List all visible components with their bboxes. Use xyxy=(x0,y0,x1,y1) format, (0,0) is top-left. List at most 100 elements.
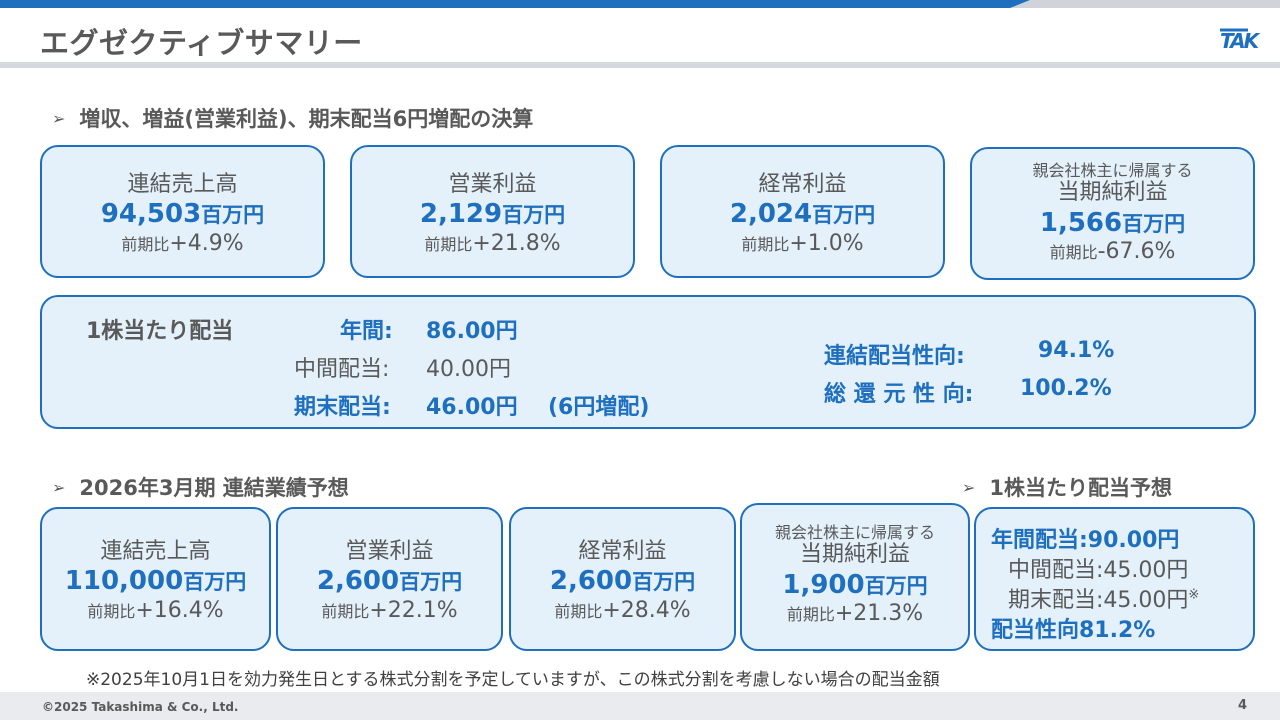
change-prefix: 前期比 xyxy=(321,601,370,621)
change-value: +4.9% xyxy=(169,230,244,256)
card-label: 当期純利益 xyxy=(799,542,910,568)
forecast-dividend-panel: 年間配当:90.00円 中間配当:45.00円 期末配当:45.00円※ 配当性… xyxy=(974,507,1255,651)
top-accent-grey xyxy=(1010,0,1280,8)
card-forecast-net-sales: 連結売上高 110,000百万円 前期比+16.4% xyxy=(40,507,271,651)
page-title: エグゼクティブサマリー xyxy=(40,26,363,60)
value-unit: 百万円 xyxy=(864,573,928,598)
card-change: 前期比+4.9% xyxy=(42,231,323,257)
change-value: -67.6% xyxy=(1097,239,1176,265)
bullet-arrow-icon: ➢ xyxy=(52,478,66,497)
footnote: ※2025年10月1日を効力発生日とする株式分割を予定していますが、この株式分割… xyxy=(86,670,940,690)
bullet-arrow-icon: ➢ xyxy=(962,478,976,497)
forecast-payout-ratio: 配当性向81.2% xyxy=(991,618,1156,643)
header-rule xyxy=(0,62,1280,68)
interim-label: 中間配当: xyxy=(294,357,390,382)
change-prefix: 前期比 xyxy=(741,234,790,254)
card-change: 前期比+1.0% xyxy=(662,231,943,257)
change-prefix: 前期比 xyxy=(1049,243,1098,263)
interim-value: 40.00円 xyxy=(426,357,511,382)
change-value: +1.0% xyxy=(789,230,864,256)
value-unit: 百万円 xyxy=(1122,211,1186,236)
card-label: 連結売上高 xyxy=(100,539,211,564)
card-value: 94,503百万円 xyxy=(42,198,323,231)
card-sublabel: 親会社株主に帰属する xyxy=(774,523,935,542)
card-value: 1,900百万円 xyxy=(742,569,968,602)
card-value: 2,024百万円 xyxy=(662,198,943,231)
forecast-annual-dividend: 年間配当:90.00円 xyxy=(991,528,1180,553)
footnote-mark: ※ xyxy=(1188,587,1200,603)
forecast-dividend-heading-text: 1株当たり配当予想 xyxy=(989,476,1173,500)
bullet-arrow-icon: ➢ xyxy=(52,109,66,128)
yearend-value: 46.00円 xyxy=(426,395,518,420)
payout-ratio-value: 94.1% xyxy=(1038,338,1115,363)
card-value: 110,000百万円 xyxy=(42,565,269,598)
section-results-heading-text: 増収、増益(営業利益)、期末配当6円増配の決算 xyxy=(79,107,534,131)
dividend-panel: 1株当たり配当 年間: 86.00円 中間配当: 40.00円 期末配当: 46… xyxy=(40,295,1256,429)
card-label: 営業利益 xyxy=(448,172,537,197)
card-value: 2,600百万円 xyxy=(511,565,734,598)
change-prefix: 前期比 xyxy=(87,601,136,621)
card-forecast-operating-income: 営業利益 2,600百万円 前期比+22.1% xyxy=(276,507,503,651)
card-value: 2,129百万円 xyxy=(352,198,633,231)
change-prefix: 前期比 xyxy=(121,234,170,254)
value-unit: 百万円 xyxy=(201,203,265,228)
value-unit: 百万円 xyxy=(502,203,566,228)
card-label: 経常利益 xyxy=(578,539,667,564)
card-operating-income: 営業利益 2,129百万円 前期比+21.8% xyxy=(350,145,635,278)
copyright: ©2025 Takashima & Co., Ltd. xyxy=(42,700,239,714)
card-sublabel: 親会社株主に帰属する xyxy=(1032,161,1193,180)
forecast-yearend-dividend: 期末配当:45.00円※ xyxy=(1008,582,1199,614)
value-number: 94,503 xyxy=(100,199,202,230)
value-number: 1,566 xyxy=(1039,207,1123,238)
value-number: 2,024 xyxy=(729,199,813,230)
value-unit: 百万円 xyxy=(812,203,876,228)
yearend-label: 期末配当: xyxy=(294,395,391,420)
card-change: 前期比+28.4% xyxy=(511,598,734,624)
forecast-interim-dividend: 中間配当:45.00円 xyxy=(1008,558,1189,583)
change-value: +21.8% xyxy=(472,230,561,256)
change-value: +21.3% xyxy=(834,601,924,627)
top-accent-blue xyxy=(0,0,1030,8)
total-return-value: 100.2% xyxy=(1020,376,1112,401)
change-value: +28.4% xyxy=(602,597,691,623)
value-number: 2,129 xyxy=(419,199,503,230)
card-change: 前期比+16.4% xyxy=(42,598,269,624)
section-results-heading: ➢ 増収、増益(営業利益)、期末配当6円増配の決算 xyxy=(52,103,533,133)
top-accent-bar xyxy=(0,0,1280,8)
card-forecast-ordinary-income: 経常利益 2,600百万円 前期比+28.4% xyxy=(509,507,736,651)
section-forecast-heading: ➢ 2026年3月期 連結業績予想 xyxy=(52,472,349,502)
logo-text: TAK xyxy=(1220,29,1261,53)
yearend-note: (6円増配) xyxy=(548,395,650,420)
change-prefix: 前期比 xyxy=(424,234,473,254)
card-value: 2,600百万円 xyxy=(278,565,501,598)
change-value: +22.1% xyxy=(369,597,458,623)
annual-label: 年間: xyxy=(340,319,393,344)
value-unit: 百万円 xyxy=(399,570,463,595)
tak-logo-icon: TAK xyxy=(1220,28,1263,53)
card-label: 連結売上高 xyxy=(127,172,238,197)
card-label: 当期純利益 xyxy=(1057,180,1168,206)
value-number: 2,600 xyxy=(549,566,633,597)
page-number: 4 xyxy=(1238,698,1248,713)
card-net-sales: 連結売上高 94,503百万円 前期比+4.9% xyxy=(40,145,325,278)
card-value: 1,566百万円 xyxy=(972,207,1253,240)
change-value: +16.4% xyxy=(135,597,224,623)
card-label: 経常利益 xyxy=(758,172,847,197)
card-forecast-net-income: 親会社株主に帰属する 当期純利益 1,900百万円 前期比+21.3% xyxy=(740,503,970,651)
forecast-dividend-heading: ➢ 1株当たり配当予想 xyxy=(962,472,1172,502)
value-number: 2,600 xyxy=(316,566,400,597)
value-number: 1,900 xyxy=(782,569,865,600)
value-unit: 百万円 xyxy=(632,570,696,595)
forecast-yearend-text: 期末配当:45.00円 xyxy=(1008,588,1189,613)
value-number: 110,000 xyxy=(64,566,184,597)
card-net-income: 親会社株主に帰属する 当期純利益 1,566百万円 前期比-67.6% xyxy=(970,147,1255,280)
card-change: 前期比-67.6% xyxy=(972,239,1253,265)
section-forecast-heading-text: 2026年3月期 連結業績予想 xyxy=(79,476,349,500)
change-prefix: 前期比 xyxy=(786,605,835,625)
payout-ratio-label: 連結配当性向: xyxy=(824,344,965,369)
annual-value: 86.00円 xyxy=(426,319,518,344)
card-label: 営業利益 xyxy=(345,539,434,564)
title-bar: エグゼクティブサマリー TAK xyxy=(0,8,1280,66)
footer-bar: ©2025 Takashima & Co., Ltd. 4 xyxy=(0,692,1280,720)
card-ordinary-income: 経常利益 2,024百万円 前期比+1.0% xyxy=(660,145,945,278)
